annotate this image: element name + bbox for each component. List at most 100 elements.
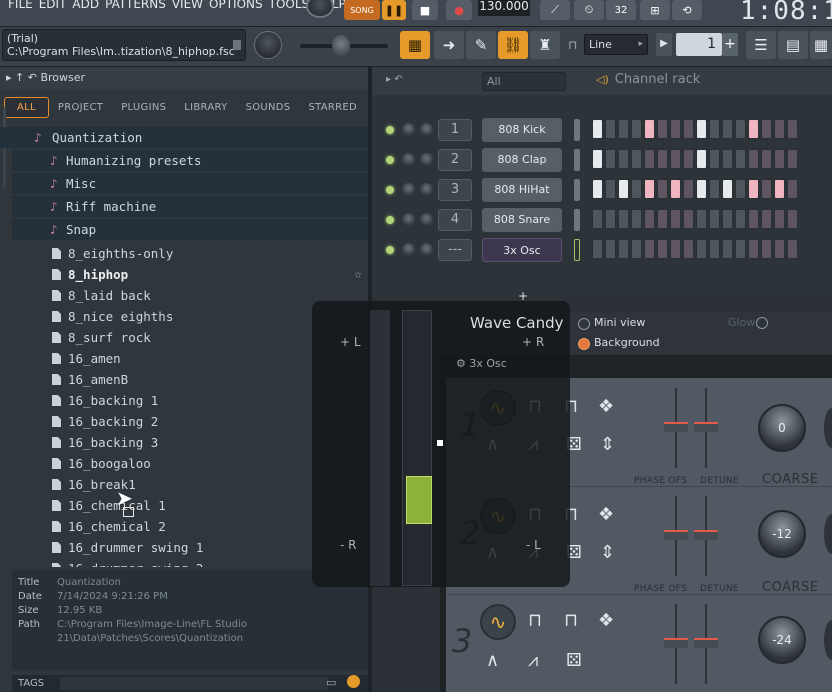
arrow-right-small-icon[interactable]: ▶ bbox=[656, 33, 672, 56]
step-button[interactable] bbox=[592, 149, 603, 169]
channel-volume-knob[interactable] bbox=[420, 243, 433, 256]
triangle-wave-icon[interactable]: ∧ bbox=[486, 650, 499, 671]
record-button[interactable]: ● bbox=[446, 0, 472, 20]
step-button[interactable] bbox=[605, 179, 616, 199]
menu-file[interactable]: FILE bbox=[8, 0, 33, 16]
step-button[interactable] bbox=[631, 239, 642, 259]
step-button[interactable] bbox=[787, 149, 798, 169]
menu-tools[interactable]: TOOLS bbox=[269, 0, 310, 16]
step-button[interactable] bbox=[748, 149, 759, 169]
folder-riff-machine[interactable]: ♪ Riff machine bbox=[12, 196, 368, 217]
step-button[interactable] bbox=[592, 239, 603, 259]
step-button[interactable] bbox=[618, 239, 629, 259]
step-button[interactable] bbox=[657, 179, 668, 199]
channel-pan-knob[interactable] bbox=[402, 183, 415, 196]
step-button[interactable] bbox=[735, 179, 746, 199]
step-button[interactable] bbox=[709, 149, 720, 169]
channel-select-indicator[interactable] bbox=[574, 239, 580, 261]
step-button[interactable] bbox=[696, 239, 707, 259]
step-button[interactable] bbox=[644, 149, 655, 169]
metronome-button[interactable]: ⟋ bbox=[540, 0, 570, 20]
step-button[interactable] bbox=[657, 149, 668, 169]
star-icon[interactable]: ☆ bbox=[354, 264, 362, 285]
channel-volume-knob[interactable] bbox=[420, 123, 433, 136]
channel-name-button[interactable]: 3x Osc bbox=[482, 238, 562, 262]
channel-volume-knob[interactable] bbox=[420, 213, 433, 226]
step-button[interactable] bbox=[722, 149, 733, 169]
step-button[interactable] bbox=[722, 119, 733, 139]
master-pitch-slider-thumb[interactable] bbox=[332, 35, 350, 57]
step-button[interactable] bbox=[774, 119, 785, 139]
folder-humanizing-presets[interactable]: ♪ Humanizing presets bbox=[12, 150, 368, 171]
step-button[interactable] bbox=[774, 209, 785, 229]
step-button[interactable] bbox=[761, 149, 772, 169]
step-button[interactable] bbox=[748, 239, 759, 259]
link-button[interactable]: ⛓ bbox=[498, 31, 528, 59]
lock-icon[interactable] bbox=[233, 40, 241, 50]
tab-all[interactable]: ALL bbox=[4, 96, 49, 118]
coarse-knob[interactable]: -12 bbox=[758, 510, 806, 558]
snap-mode-dropdown[interactable]: Line bbox=[584, 34, 648, 55]
coarse-knob[interactable]: 0 bbox=[758, 404, 806, 452]
tab-plugins[interactable]: PLUGINS bbox=[112, 102, 175, 113]
step-button[interactable] bbox=[670, 209, 681, 229]
channel-select-indicator[interactable] bbox=[574, 149, 580, 171]
step-button[interactable] bbox=[631, 149, 642, 169]
tab-sounds[interactable]: SOUNDS bbox=[237, 102, 300, 113]
step-button[interactable] bbox=[774, 149, 785, 169]
coarse-knob[interactable]: -24 bbox=[758, 616, 806, 664]
piano-roll-button[interactable]: ▤ bbox=[778, 31, 808, 59]
knob-edge[interactable] bbox=[824, 620, 832, 660]
step-button[interactable] bbox=[605, 239, 616, 259]
tempo-display[interactable]: 130.000 bbox=[478, 0, 530, 16]
step-button[interactable] bbox=[657, 209, 668, 229]
tab-starred[interactable]: STARRED bbox=[299, 102, 366, 113]
step-button[interactable] bbox=[748, 119, 759, 139]
pattern-number-field[interactable]: 1 bbox=[676, 33, 722, 56]
add-pattern-plus[interactable]: + bbox=[722, 33, 738, 56]
channel-mixer-track[interactable]: 4 bbox=[438, 209, 472, 231]
channel-pan-knob[interactable] bbox=[402, 213, 415, 226]
step-button[interactable] bbox=[761, 119, 772, 139]
channel-select-indicator[interactable] bbox=[574, 209, 580, 231]
step-button[interactable] bbox=[787, 239, 798, 259]
step-button[interactable] bbox=[709, 179, 720, 199]
plugin-picker-button[interactable]: ♜ bbox=[530, 31, 560, 59]
step-button[interactable] bbox=[696, 149, 707, 169]
channel-mixer-track[interactable]: 1 bbox=[438, 119, 472, 141]
menu-options[interactable]: OPTIONS bbox=[209, 0, 263, 16]
step-button[interactable] bbox=[683, 179, 694, 199]
step-button[interactable] bbox=[592, 209, 603, 229]
channel-mute-led[interactable] bbox=[386, 126, 394, 134]
channel-mute-led[interactable] bbox=[386, 216, 394, 224]
playlist-tool-button[interactable]: ✎ bbox=[466, 31, 496, 59]
channel-name-button[interactable]: 808 Snare bbox=[482, 208, 562, 232]
phase-offset-fader[interactable] bbox=[664, 604, 688, 684]
file-item[interactable]: 8_laid back bbox=[0, 285, 368, 306]
master-volume-knob[interactable] bbox=[254, 31, 282, 59]
channel-mixer-track[interactable]: --- bbox=[438, 239, 472, 261]
random-wave-icon[interactable]: ⚄ bbox=[566, 650, 582, 671]
channel-name-button[interactable]: 808 Clap bbox=[482, 148, 562, 172]
playlist-window-button[interactable]: ☰ bbox=[746, 31, 776, 59]
custom-wave-icon[interactable]: ⇕ bbox=[600, 542, 615, 563]
step-button[interactable] bbox=[670, 149, 681, 169]
menu-view[interactable]: VIEW bbox=[172, 0, 203, 16]
step-button[interactable] bbox=[709, 119, 720, 139]
knob-edge[interactable] bbox=[824, 514, 832, 554]
step-button[interactable] bbox=[696, 209, 707, 229]
step-button[interactable] bbox=[644, 209, 655, 229]
step-button[interactable] bbox=[618, 209, 629, 229]
step-button[interactable] bbox=[774, 239, 785, 259]
custom-wave-icon[interactable]: ⇕ bbox=[600, 434, 615, 455]
channel-name-button[interactable]: 808 HiHat bbox=[482, 178, 562, 202]
step-button[interactable] bbox=[683, 149, 694, 169]
step-button[interactable] bbox=[787, 119, 798, 139]
channel-mute-led[interactable] bbox=[386, 156, 394, 164]
channel-filter-dropdown[interactable]: All bbox=[482, 72, 566, 91]
step-button[interactable] bbox=[787, 179, 798, 199]
menu-add[interactable]: ADD bbox=[72, 0, 99, 16]
step-button[interactable] bbox=[644, 239, 655, 259]
channel-rack-button[interactable]: ▦ bbox=[810, 31, 832, 59]
tag-edit-icon[interactable] bbox=[347, 675, 360, 688]
